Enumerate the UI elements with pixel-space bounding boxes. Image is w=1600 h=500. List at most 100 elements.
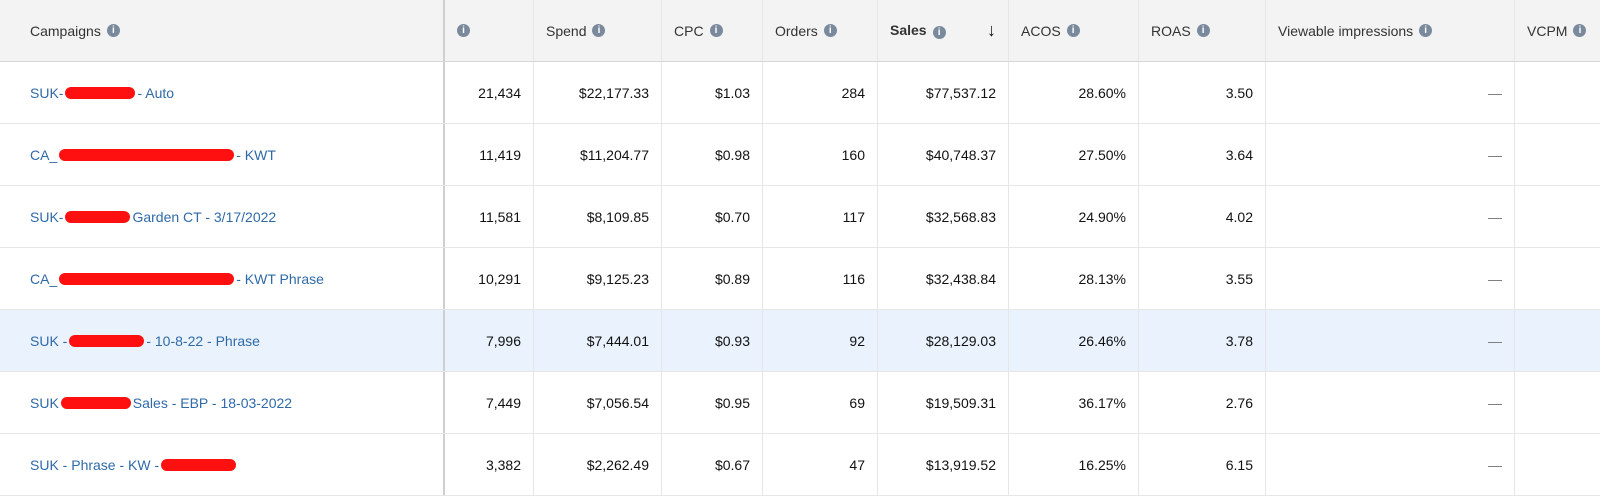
acos-cell: 16.25% xyxy=(1009,434,1139,495)
redaction-mark xyxy=(69,334,145,347)
acos-cell: 27.50% xyxy=(1009,124,1139,185)
impressions-cell: 21,434 xyxy=(445,62,534,123)
spend-cell: $11,204.77 xyxy=(534,124,662,185)
viewable-impressions-cell: — xyxy=(1266,62,1515,123)
col-cpc-header[interactable]: CPC i xyxy=(662,0,763,61)
campaign-table: Campaigns i i Spend i CPC i Orders i Sales i ↓… xyxy=(0,0,1600,500)
viewable-impressions-cell: — xyxy=(1266,124,1515,185)
info-icon[interactable]: i xyxy=(823,24,837,37)
impressions-cell: 7,996 xyxy=(445,310,534,371)
vcpm-cell xyxy=(1515,434,1600,495)
cpc-cell: $1.03 xyxy=(662,62,763,123)
col-impressions-header[interactable]: i xyxy=(445,0,534,61)
impressions-cell: 10,291 xyxy=(445,248,534,309)
cpc-cell: $0.67 xyxy=(662,434,763,495)
col-campaigns-header[interactable]: Campaigns i xyxy=(0,0,445,61)
sales-cell: $13,919.52 xyxy=(878,434,1009,495)
campaign-link[interactable]: SUK - - 10-8-22 - Phrase xyxy=(30,333,260,349)
campaign-link[interactable]: CA_ - KWT Phrase xyxy=(30,271,324,287)
table-row: SUK - - 10-8-22 - Phrase 7,996 $7,444.01 $0… xyxy=(0,310,1600,372)
campaign-link[interactable]: SUK - Phrase - KW - xyxy=(30,457,238,473)
redaction-mark xyxy=(60,396,131,409)
cpc-cell: $0.93 xyxy=(662,310,763,371)
spend-cell: $7,056.54 xyxy=(534,372,662,433)
impressions-cell: 11,419 xyxy=(445,124,534,185)
sales-cell: $40,748.37 xyxy=(878,124,1009,185)
col-acos-header[interactable]: ACOS i xyxy=(1009,0,1139,61)
campaign-link[interactable]: SUK- - Auto xyxy=(30,85,174,101)
vcpm-cell xyxy=(1515,248,1600,309)
info-icon[interactable]: i xyxy=(1573,24,1587,37)
viewable-impressions-cell: — xyxy=(1266,310,1515,371)
orders-cell: 116 xyxy=(763,248,878,309)
sales-cell: $32,568.83 xyxy=(878,186,1009,247)
sales-cell: $77,537.12 xyxy=(878,62,1009,123)
acos-cell: 28.13% xyxy=(1009,248,1139,309)
roas-cell: 6.15 xyxy=(1139,434,1266,495)
campaign-link[interactable]: CA_ - KWT xyxy=(30,147,276,163)
roas-cell: 3.78 xyxy=(1139,310,1266,371)
campaign-name-cell: SUK - - 10-8-22 - Phrase xyxy=(0,310,445,371)
vcpm-cell xyxy=(1515,186,1600,247)
table-row: CA_ - KWT 11,419 $11,204.77 $0.98 160 $40,748… xyxy=(0,124,1600,186)
orders-cell: 69 xyxy=(763,372,878,433)
campaign-link[interactable]: SUK Sales - EBP - 18-03-2022 xyxy=(30,395,292,411)
orders-cell: 47 xyxy=(763,434,878,495)
orders-cell: 117 xyxy=(763,186,878,247)
spend-cell: $7,444.01 xyxy=(534,310,662,371)
campaign-name-cell: CA_ - KWT xyxy=(0,124,445,185)
acos-cell: 36.17% xyxy=(1009,372,1139,433)
campaign-name-cell: SUK Sales - EBP - 18-03-2022 xyxy=(0,372,445,433)
redaction-mark xyxy=(65,86,136,99)
col-sales-header[interactable]: Sales i ↓ xyxy=(878,0,1009,61)
roas-cell: 3.64 xyxy=(1139,124,1266,185)
vcpm-cell xyxy=(1515,310,1600,371)
col-roas-header[interactable]: ROAS i xyxy=(1139,0,1266,61)
roas-cell: 3.50 xyxy=(1139,62,1266,123)
redaction-mark xyxy=(65,210,131,223)
acos-cell: 28.60% xyxy=(1009,62,1139,123)
acos-cell: 26.46% xyxy=(1009,310,1139,371)
orders-cell: 284 xyxy=(763,62,878,123)
table-row: SUK - Phrase - KW - 3,382 $2,262.49 $0.67 47… xyxy=(0,434,1600,496)
info-icon[interactable]: i xyxy=(1196,24,1210,37)
cpc-cell: $0.89 xyxy=(662,248,763,309)
cpc-cell: $0.98 xyxy=(662,124,763,185)
table-row: SUK- - Auto 21,434 $22,177.33 $1.03 284 $77,5… xyxy=(0,62,1600,124)
campaign-link[interactable]: SUK- Garden CT - 3/17/2022 xyxy=(30,209,276,225)
table-row: CA_ - KWT Phrase 10,291 $9,125.23 $0.89 116 $… xyxy=(0,248,1600,310)
spend-cell: $9,125.23 xyxy=(534,248,662,309)
roas-cell: 2.76 xyxy=(1139,372,1266,433)
spend-cell: $8,109.85 xyxy=(534,186,662,247)
spend-cell: $2,262.49 xyxy=(534,434,662,495)
info-icon[interactable]: i xyxy=(1066,24,1080,37)
campaign-name-cell: SUK- Garden CT - 3/17/2022 xyxy=(0,186,445,247)
info-icon[interactable]: i xyxy=(592,24,606,37)
info-icon[interactable]: i xyxy=(932,26,946,39)
col-orders-header[interactable]: Orders i xyxy=(763,0,878,61)
vcpm-cell xyxy=(1515,372,1600,433)
col-vcpm-header[interactable]: VCPM i xyxy=(1515,0,1600,61)
vcpm-cell xyxy=(1515,124,1600,185)
info-icon[interactable]: i xyxy=(457,24,470,37)
sort-descending-icon[interactable]: ↓ xyxy=(987,20,996,41)
roas-cell: 3.55 xyxy=(1139,248,1266,309)
info-icon[interactable]: i xyxy=(106,24,120,37)
col-viewable-impressions-header[interactable]: Viewable impressions i xyxy=(1266,0,1515,61)
orders-cell: 160 xyxy=(763,124,878,185)
spend-cell: $22,177.33 xyxy=(534,62,662,123)
info-icon[interactable]: i xyxy=(1419,24,1433,37)
table-row: SUK- Garden CT - 3/17/2022 11,581 $8,109.8… xyxy=(0,186,1600,248)
acos-cell: 24.90% xyxy=(1009,186,1139,247)
viewable-impressions-cell: — xyxy=(1266,372,1515,433)
orders-cell: 92 xyxy=(763,310,878,371)
table-header: Campaigns i i Spend i CPC i Orders i Sales i ↓… xyxy=(0,0,1600,62)
redaction-mark xyxy=(161,458,237,471)
redaction-mark xyxy=(59,148,235,161)
cpc-cell: $0.70 xyxy=(662,186,763,247)
campaign-name-cell: SUK - Phrase - KW - xyxy=(0,434,445,495)
col-spend-header[interactable]: Spend i xyxy=(534,0,662,61)
info-icon[interactable]: i xyxy=(709,24,723,37)
impressions-cell: 3,382 xyxy=(445,434,534,495)
table-row: SUK Sales - EBP - 18-03-2022 7,449 $7,056.5… xyxy=(0,372,1600,434)
